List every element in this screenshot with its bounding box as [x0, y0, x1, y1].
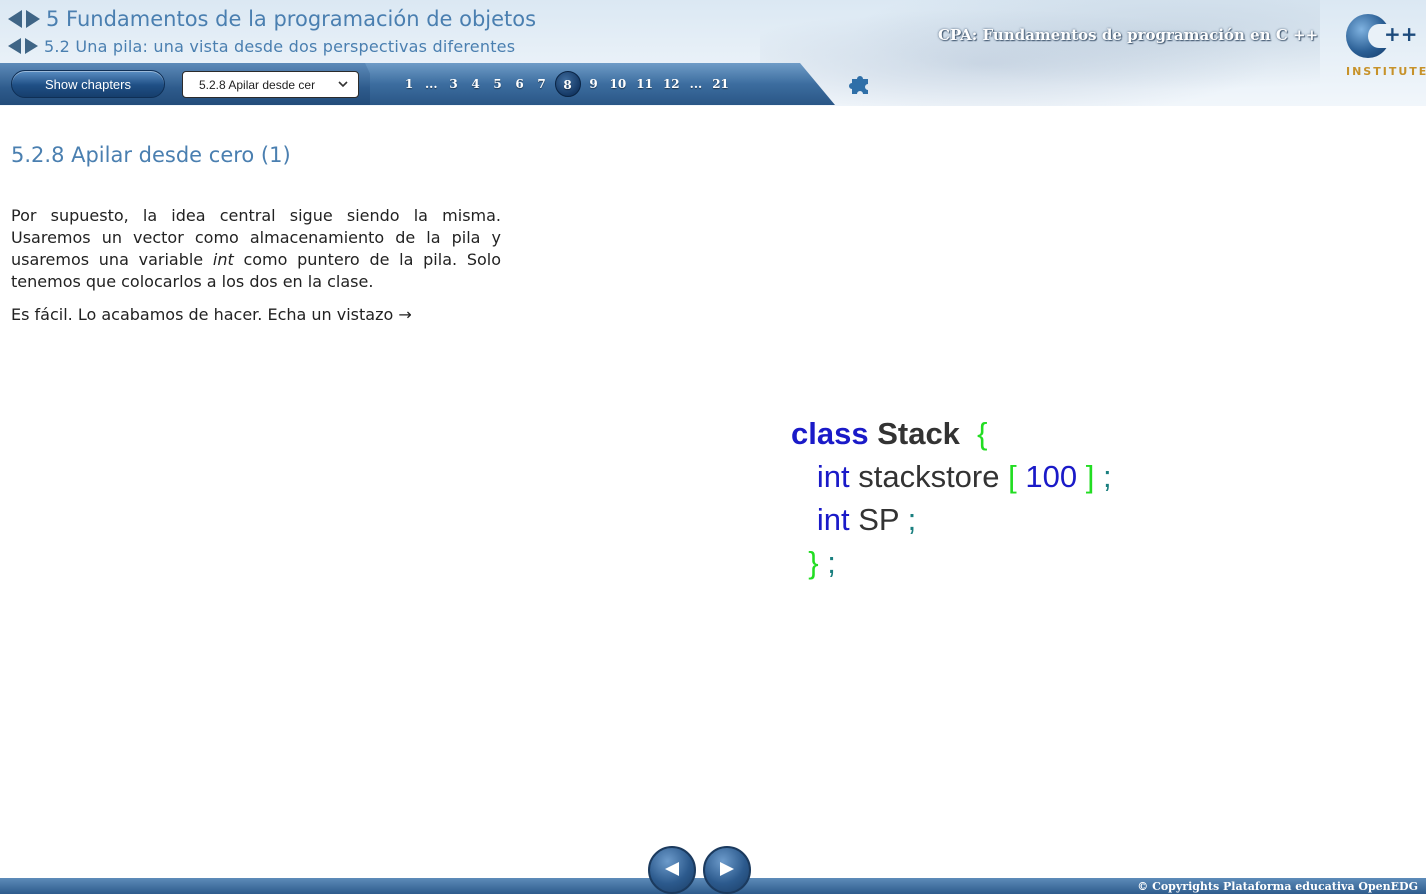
section-nav: 5.2 Una pila: una vista desde dos perspe… [8, 34, 515, 58]
code-number: 100 [1025, 459, 1078, 494]
page-title: 5.2.8 Apilar desde cero (1) [11, 143, 291, 167]
section-arrows [8, 38, 38, 54]
logo-text: INSTITUTE [1346, 65, 1426, 78]
page-link[interactable]: 12 [663, 77, 680, 91]
code-keyword: int [816, 459, 850, 494]
page-link[interactable]: 4 [470, 77, 482, 91]
course-title: CPA: Fundamentos de programación en C ++ [938, 26, 1319, 44]
page-link[interactable]: 7 [536, 77, 548, 91]
code-brace: } [808, 545, 819, 580]
show-chapters-button[interactable]: Show chapters [11, 70, 165, 98]
code-class-name: Stack [877, 416, 960, 451]
code-identifier: stackstore [858, 459, 1000, 494]
chapter-prev-arrow-icon[interactable] [8, 10, 22, 28]
page-select-value: 5.2.8 Apilar desde cer [199, 77, 316, 92]
hint-paragraph: Es fácil. Lo acabamos de hacer. Echa un … [11, 305, 412, 324]
code-brace: { [977, 416, 988, 451]
page-select[interactable]: 5.2.8 Apilar desde cer [182, 71, 359, 98]
code-bracket: ] [1085, 459, 1095, 494]
code-keyword: class [791, 416, 869, 451]
page-link[interactable]: 3 [448, 77, 460, 91]
header-background-photo [760, 0, 1320, 106]
section-prev-arrow-icon[interactable] [8, 38, 21, 54]
page-link[interactable]: 1 [403, 77, 415, 91]
page-link[interactable]: 21 [712, 77, 729, 91]
next-page-button[interactable] [703, 846, 751, 894]
chapter-arrows [8, 10, 40, 28]
header: 5 Fundamentos de la programación de obje… [0, 0, 1426, 106]
page-pagination: 1 ... 3 4 5 6 7 8 9 10 11 12 ... 21 [398, 71, 734, 97]
intro-text-em: int [212, 250, 234, 269]
code-sample: class Stack { int stackstore [ 100 ] ; i… [791, 412, 1112, 584]
page-link[interactable]: 11 [636, 77, 653, 91]
page-link[interactable]: 9 [588, 77, 600, 91]
prev-page-button[interactable] [648, 846, 696, 894]
code-semicolon: ; [1102, 459, 1112, 494]
next-arrow-icon [718, 858, 736, 882]
intro-paragraph: Por supuesto, la idea central sigue sien… [11, 205, 501, 293]
code-semicolon: ; [907, 502, 917, 537]
cpp-institute-logo: ++ INSTITUTE [1344, 12, 1426, 82]
section-next-arrow-icon[interactable] [25, 38, 38, 54]
page-link-current[interactable]: 8 [554, 71, 581, 97]
copyright-text: © Copyrights Plataforma educativa OpenED… [1137, 880, 1418, 893]
chapter-nav: 5 Fundamentos de la programación de obje… [8, 7, 536, 31]
page-link[interactable]: 6 [514, 77, 526, 91]
chevron-down-icon [338, 79, 348, 92]
code-keyword: int [816, 502, 850, 537]
page-ellipsis: ... [425, 77, 438, 91]
prev-arrow-icon [663, 858, 681, 882]
page-ellipsis: ... [689, 77, 703, 91]
puzzle-icon[interactable] [848, 70, 874, 96]
code-identifier: SP [858, 502, 900, 537]
section-title: 5.2 Una pila: una vista desde dos perspe… [44, 36, 516, 56]
code-bracket: [ [1008, 459, 1017, 494]
page-link[interactable]: 10 [610, 77, 627, 91]
chapter-next-arrow-icon[interactable] [26, 10, 40, 28]
page-link[interactable]: 5 [492, 77, 504, 91]
chapter-title: 5 Fundamentos de la programación de obje… [46, 7, 537, 31]
code-semicolon: ; [827, 545, 836, 580]
logo-plus: ++ [1384, 22, 1418, 46]
